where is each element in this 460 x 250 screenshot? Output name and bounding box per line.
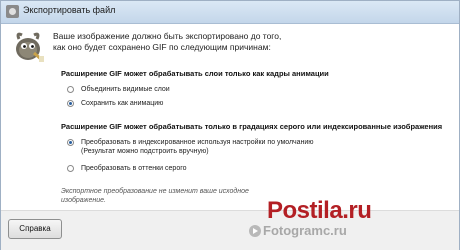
export-dialog: Экспортировать файл Ваше изображение дол… xyxy=(0,0,460,250)
section-layers-heading: Расширение GIF может обрабатывать слои т… xyxy=(61,69,329,78)
radio-label: Объединить видимые слои xyxy=(81,86,170,93)
radio-label: Сохранить как анимацию xyxy=(81,100,164,107)
help-button[interactable]: Справка xyxy=(8,219,62,239)
watermark-domain: Fotogramc.ru xyxy=(263,223,347,238)
radio-button-checked[interactable] xyxy=(67,139,74,146)
watermark-arrow-icon xyxy=(249,225,261,237)
app-icon xyxy=(6,5,19,18)
intro-text: Ваше изображение должно быть экспортиров… xyxy=(53,31,282,52)
radio-sublabel: (Результат можно подстроить вручную) xyxy=(81,148,209,155)
radio-label: Преобразовать в оттенки серого xyxy=(81,165,187,172)
section-color-heading: Расширение GIF может обрабатывать только… xyxy=(61,122,443,131)
radio-button[interactable] xyxy=(67,86,74,93)
gimp-mascot-icon xyxy=(16,32,44,62)
watermark-brand: Postila.ru xyxy=(267,197,372,224)
radio-button[interactable] xyxy=(67,165,74,172)
radio-label: Преобразовать в индексированное использу… xyxy=(81,139,314,146)
title-bar: Экспортировать файл xyxy=(1,1,459,24)
window-title: Экспортировать файл xyxy=(23,5,116,15)
radio-button-checked[interactable] xyxy=(67,100,74,107)
